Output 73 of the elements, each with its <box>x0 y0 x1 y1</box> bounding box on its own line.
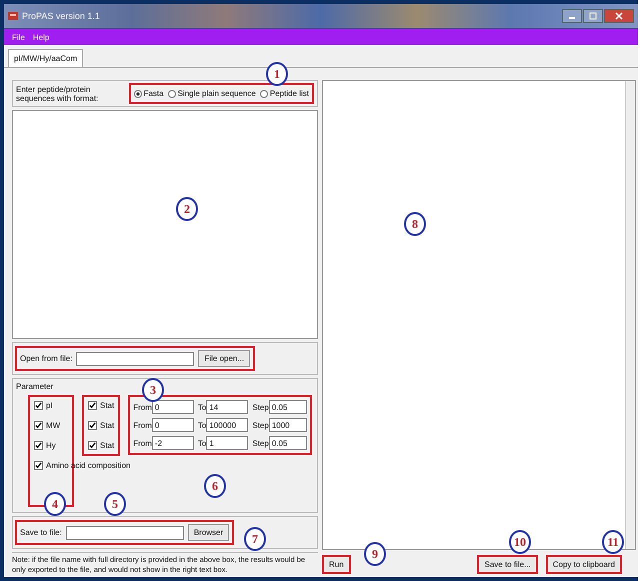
field-label: Open from file: <box>20 354 72 363</box>
close-icon <box>615 12 623 20</box>
radio-label: Peptide list <box>270 89 309 98</box>
radio-button[interactable] <box>168 90 176 98</box>
checkbox-option[interactable]: MW <box>34 421 68 430</box>
input-field[interactable]: 1 <box>206 436 248 450</box>
field-label: To <box>198 420 206 430</box>
checkbox-option[interactable]: Stat <box>88 441 114 450</box>
radio-option[interactable]: Peptide list <box>260 89 309 98</box>
checkbox-option[interactable]: Stat <box>88 401 114 410</box>
radio-option[interactable]: Fasta <box>134 89 164 98</box>
field-label: Save to file: <box>20 528 62 537</box>
checkbox[interactable] <box>34 421 43 430</box>
window-title: ProPAS version 1.1 <box>22 11 100 21</box>
field-label: Step <box>252 420 269 430</box>
checkbox[interactable] <box>34 441 43 450</box>
field-label: From <box>133 402 152 412</box>
tab[interactable]: pI/MW/Hy/aaCom <box>8 49 84 67</box>
checkbox[interactable] <box>34 461 43 470</box>
checkbox-option[interactable]: Hy <box>34 441 68 450</box>
field-label: To <box>198 402 206 412</box>
scrollbar[interactable] <box>625 81 635 549</box>
checkbox-label: MW <box>46 421 60 430</box>
checkbox-label: pI <box>46 401 53 410</box>
save-button[interactable]: Save to file... <box>477 554 538 574</box>
sequence-input[interactable] <box>12 110 318 339</box>
format-label: Enter peptide/protein sequences with format: <box>16 84 100 102</box>
field-label: Step <box>252 438 269 448</box>
input-field[interactable]: 0.05 <box>268 400 307 414</box>
input-field[interactable]: 0 <box>152 400 194 414</box>
radio-button[interactable] <box>260 90 268 98</box>
input-field[interactable] <box>66 526 184 540</box>
field-label: From <box>133 438 152 448</box>
field-label: To <box>198 438 206 448</box>
menu-item[interactable]: File <box>12 32 25 42</box>
checkbox-option[interactable]: pI <box>34 401 68 410</box>
app-icon <box>8 11 18 21</box>
number-callout: 9 <box>364 542 386 566</box>
input-field[interactable]: 0.05 <box>268 436 307 450</box>
menu-item[interactable]: Help <box>32 32 50 42</box>
browse-button[interactable]: Browser <box>188 524 230 541</box>
copy-button[interactable]: Copy to clipboard <box>546 554 622 574</box>
input-field[interactable]: 100000 <box>206 418 248 432</box>
input-field[interactable]: -2 <box>152 436 194 450</box>
input-field[interactable]: 1000 <box>268 418 307 432</box>
run-button[interactable]: Run <box>322 554 351 574</box>
checkbox[interactable] <box>88 401 97 410</box>
number-callout: 5 <box>104 492 126 516</box>
checkbox[interactable] <box>34 401 43 410</box>
checkbox-label: Stat <box>100 401 114 410</box>
number-callout: 7 <box>244 527 266 551</box>
section-title: Parameter <box>16 382 54 391</box>
field-label: From <box>133 420 152 430</box>
minimize-button[interactable] <box>562 9 582 23</box>
checkbox-label: Stat <box>100 421 114 430</box>
input-field[interactable]: 14 <box>206 400 248 414</box>
file-open-button[interactable]: File open... <box>198 350 250 367</box>
radio-label: Fasta <box>144 89 164 98</box>
maximize-icon <box>589 12 597 20</box>
input-field[interactable]: 0 <box>152 418 194 432</box>
number-callout: 3 <box>142 378 164 402</box>
checkbox[interactable] <box>88 441 97 450</box>
number-callout: 6 <box>204 474 226 498</box>
checkbox-option[interactable]: Stat <box>88 421 114 430</box>
close-button[interactable] <box>604 9 634 23</box>
input-field[interactable] <box>76 352 194 366</box>
maximize-button[interactable] <box>583 9 603 23</box>
number-callout: 4 <box>44 492 66 516</box>
checkbox-label: Stat <box>100 441 114 450</box>
checkbox-label: Hy <box>46 441 56 450</box>
radio-button[interactable] <box>134 90 142 98</box>
field-label: Step <box>252 402 269 412</box>
checkbox[interactable] <box>88 421 97 430</box>
